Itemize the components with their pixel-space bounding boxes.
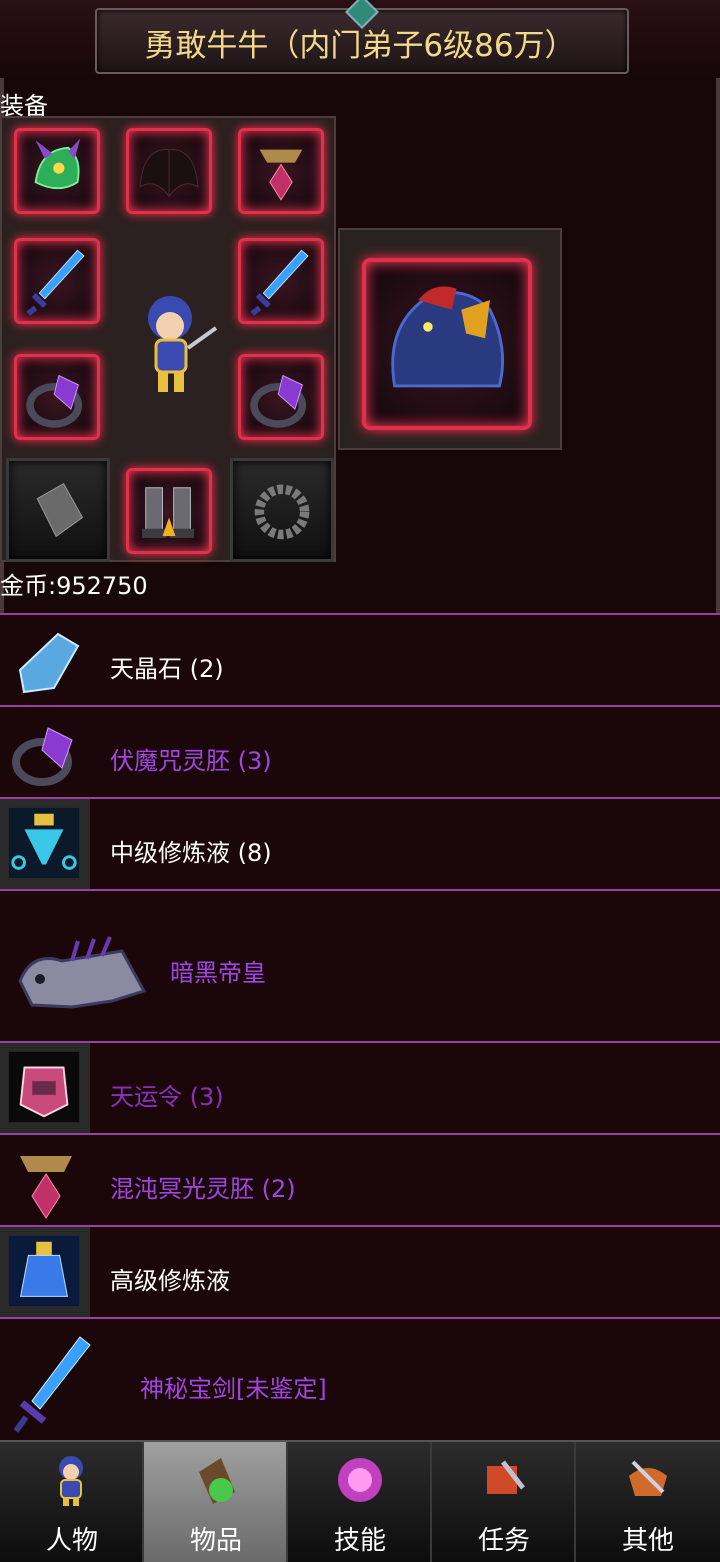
amulet-icon [20,1156,72,1219]
purple-ring-icon [26,374,83,428]
list-item[interactable]: 混沌冥光灵胚 (2) [0,1133,720,1227]
bag-icon [199,1458,235,1504]
equipment-panel [0,116,336,562]
other-icon [629,1460,667,1496]
helmet-icon [34,138,81,190]
amulet-icon [259,149,303,201]
tab-label: 物品 [189,1526,242,1556]
tab-label: 其他 [621,1526,674,1556]
bottom-nav: 人物 物品 技能 任务 其他 [0,1440,720,1562]
blue-sword-icon [250,249,309,316]
list-item[interactable]: 天运令 (3) [0,1041,720,1135]
token-icon [8,1051,80,1123]
bone-dragon-icon [18,936,147,1009]
tab-character[interactable]: 人物 [0,1442,144,1562]
title-bar: 勇敢牛牛（内门弟子6级86万） [0,0,720,81]
character-title: 勇敢牛牛（内门弟子6级86万） [144,28,576,64]
gold-amount: 金币:952750 [0,572,148,600]
item-name: 天晶石 (2) [110,655,224,683]
sword-icon [13,1336,91,1433]
flask-icon-frame [0,1227,90,1317]
crystal-icon [18,632,80,694]
list-item[interactable]: 高级修炼液 [0,1225,720,1319]
slot-bracer[interactable] [6,458,110,562]
dark-wings-icon [139,149,199,198]
item-name: 暗黑帝皇 [170,959,266,987]
list-item[interactable]: 伏魔咒灵胚 (3) [0,705,720,799]
slot-amulet[interactable] [238,128,324,214]
blue-sword-icon [26,249,85,316]
item-name: 神秘宝剑[未鉴定] [140,1375,327,1403]
slot-ring-left[interactable] [14,354,100,440]
bead-necklace-icon [254,484,310,540]
slot-boots[interactable] [126,468,212,554]
tab-items[interactable]: 物品 [144,1442,288,1562]
potion-icon [8,807,80,879]
tab-label: 技能 [333,1526,386,1556]
slot-accessory[interactable] [230,458,334,562]
slot-helmet[interactable] [14,128,100,214]
tab-skills[interactable]: 技能 [288,1442,432,1562]
beast-mount-icon [391,286,505,388]
slot-weapon-left[interactable] [14,238,100,324]
purple-ring-icon [250,374,307,428]
character-icon [59,1456,83,1506]
list-item[interactable]: 暗黑帝皇 [0,889,720,1043]
potion-icon-frame [0,799,90,889]
item-name: 高级修炼液 [110,1267,230,1295]
mount-panel [338,228,562,450]
boots-icon [142,487,195,538]
skill-orb-icon [338,1458,382,1502]
slot-ring-right[interactable] [238,354,324,440]
purple-ring-icon [12,727,73,786]
item-name: 天运令 (3) [110,1083,224,1111]
token-icon-frame [0,1043,90,1133]
tab-label: 任务 [477,1526,530,1556]
tab-other[interactable]: 其他 [576,1442,720,1562]
tab-quests[interactable]: 任务 [432,1442,576,1562]
tab-label: 人物 [45,1526,98,1556]
slot-weapon-right[interactable] [238,238,324,324]
list-item[interactable]: 中级修炼液 (8) [0,797,720,891]
item-name: 伏魔咒灵胚 (3) [110,747,272,775]
item-name: 中级修炼液 (8) [110,839,272,867]
slot-mount[interactable] [362,258,532,430]
list-item[interactable]: 神秘宝剑[未鉴定] [0,1317,720,1441]
list-item[interactable]: 天晶石 (2) [0,613,720,707]
quest-icon [487,1460,525,1494]
character-avatar [148,296,218,392]
bracer-icon [36,482,84,538]
flask-icon [8,1235,80,1307]
item-name: 混沌冥光灵胚 (2) [110,1175,296,1203]
slot-wings[interactable] [126,128,212,214]
